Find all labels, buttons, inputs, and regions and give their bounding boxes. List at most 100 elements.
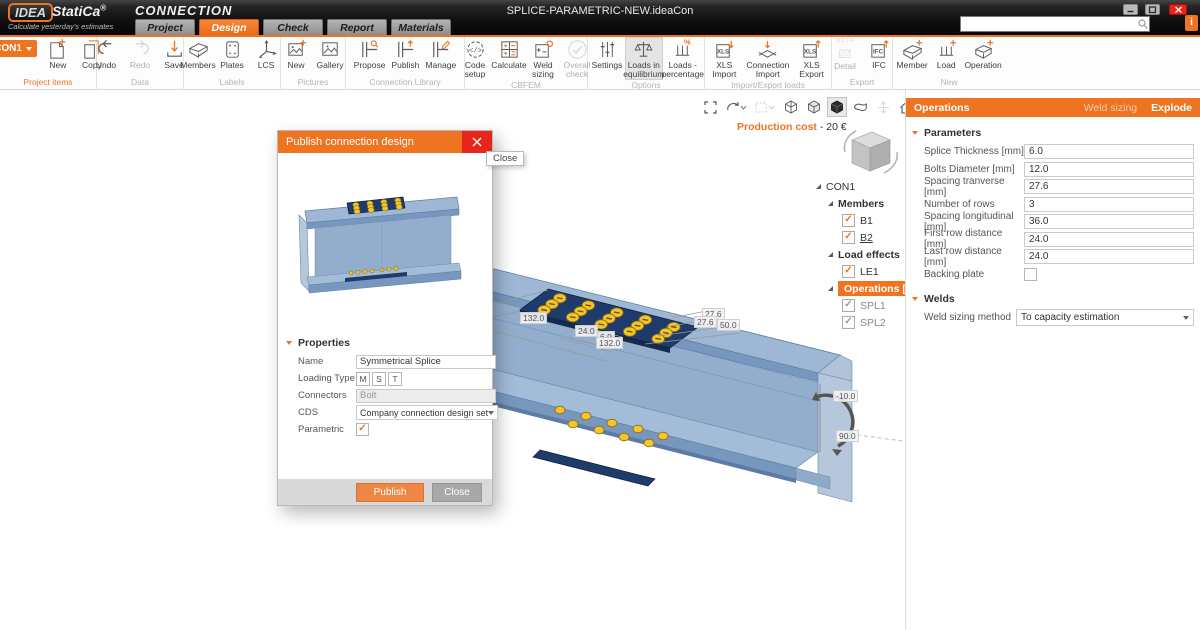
tab-design[interactable]: Design bbox=[199, 19, 259, 35]
new-project-item-button[interactable]: New bbox=[42, 37, 74, 71]
param-row-last-row-distance: Last row distance [mm] bbox=[906, 248, 1200, 266]
first-row-distance-input[interactable] bbox=[1024, 232, 1194, 247]
search-box[interactable] bbox=[960, 16, 1150, 32]
gallery-button[interactable]: Gallery bbox=[314, 37, 346, 71]
number-of-rows-input[interactable] bbox=[1024, 197, 1194, 212]
maximize-button[interactable] bbox=[1145, 4, 1160, 15]
checkbox-checked[interactable]: ✓ bbox=[842, 214, 855, 227]
xls-import-button[interactable]: XLS XLS Import bbox=[708, 37, 741, 80]
parametric-checkbox[interactable]: ✓ bbox=[356, 423, 369, 436]
ifc-export-button[interactable]: IFC IFC bbox=[863, 37, 895, 71]
welds-section-header[interactable]: Welds bbox=[912, 293, 1200, 305]
loading-type-s-toggle[interactable]: S bbox=[372, 372, 386, 386]
name-field[interactable] bbox=[356, 355, 496, 369]
splice-thickness-input[interactable] bbox=[1024, 144, 1194, 159]
shaded-edges-view-button[interactable] bbox=[804, 97, 824, 117]
tab-check[interactable]: Check bbox=[263, 19, 323, 35]
backing-plate-checkbox[interactable] bbox=[1024, 268, 1037, 281]
supports-view-button[interactable] bbox=[873, 97, 893, 117]
info-button[interactable]: i bbox=[1185, 15, 1198, 31]
tree-item-b2[interactable]: ✓ B2 bbox=[816, 229, 904, 246]
selection-mode-button[interactable] bbox=[752, 97, 778, 117]
expander-icon[interactable] bbox=[828, 201, 833, 206]
loads-percentage-toggle[interactable]: % Loads - percentage bbox=[665, 37, 701, 80]
loading-type-t-toggle[interactable]: T bbox=[388, 372, 402, 386]
welds-view-button[interactable] bbox=[850, 97, 870, 117]
weld-sizing-action[interactable]: Weld sizing bbox=[1084, 102, 1138, 114]
explode-action[interactable]: Explode bbox=[1151, 102, 1192, 114]
calculate-button[interactable]: Calculate bbox=[493, 37, 525, 71]
tree-root-con1[interactable]: CON1 bbox=[816, 178, 904, 195]
xls-export-button[interactable]: XLS XLS Export bbox=[795, 37, 828, 80]
checkbox-checked[interactable]: ✓ bbox=[842, 231, 855, 244]
search-input[interactable] bbox=[961, 18, 1137, 30]
minimize-icon bbox=[1126, 6, 1135, 14]
spacing-longitudinal-input[interactable] bbox=[1024, 214, 1194, 229]
publish-connection-dialog: Publish connection design bbox=[277, 130, 493, 506]
detail-export-button[interactable]: BETA Detail bbox=[829, 37, 861, 72]
close-button[interactable] bbox=[1169, 4, 1187, 15]
dialog-header[interactable]: Publish connection design bbox=[278, 131, 492, 153]
tree-item-le1[interactable]: ✓ LE1 bbox=[816, 263, 904, 280]
ifc-export-icon: IFC bbox=[868, 38, 891, 61]
members-labels-toggle[interactable]: Members bbox=[182, 37, 214, 71]
tree-group-operations[interactable]: Operations [P] bbox=[816, 280, 904, 297]
close-dialog-button[interactable]: Close bbox=[432, 483, 482, 502]
checkbox-checked[interactable]: ✓ bbox=[842, 265, 855, 278]
new-load-button[interactable]: Load bbox=[930, 37, 962, 71]
loads-in-equilibrium-toggle[interactable]: Loads in equilibrium bbox=[625, 37, 663, 80]
checkbox-checked[interactable]: ✓ bbox=[842, 316, 855, 329]
new-member-button[interactable]: Member bbox=[896, 37, 928, 71]
manage-button[interactable]: Manage bbox=[423, 37, 458, 71]
code-setup-button[interactable]: </> Code setup bbox=[459, 37, 491, 80]
connection-import-button[interactable]: Connection Import bbox=[743, 37, 794, 80]
tab-project[interactable]: Project bbox=[135, 19, 195, 35]
bolts-diameter-input[interactable] bbox=[1024, 162, 1194, 177]
tab-report[interactable]: Report bbox=[327, 19, 387, 35]
dimension-label: 24.0 bbox=[575, 325, 598, 337]
redo-button[interactable]: Redo bbox=[124, 37, 156, 71]
expander-icon[interactable] bbox=[828, 286, 833, 291]
expander-icon[interactable] bbox=[828, 252, 833, 257]
cds-select[interactable]: Company connection design set bbox=[356, 405, 498, 420]
wireframe-view-button[interactable] bbox=[781, 97, 801, 117]
zoom-fit-button[interactable] bbox=[700, 97, 720, 117]
chevron-down-icon[interactable] bbox=[286, 341, 292, 345]
settings-button[interactable]: Settings bbox=[591, 37, 623, 71]
undo-button[interactable]: Undo bbox=[90, 37, 122, 71]
checkbox-checked[interactable]: ✓ bbox=[842, 299, 855, 312]
lcs-labels-toggle[interactable]: LCS bbox=[250, 37, 282, 71]
orbit-button[interactable] bbox=[723, 97, 749, 117]
dialog-close-button[interactable] bbox=[462, 131, 492, 153]
minimize-button[interactable] bbox=[1123, 4, 1138, 15]
solid-view-button[interactable] bbox=[827, 97, 847, 117]
ribbon-group-new: Member Load Operation New bbox=[893, 37, 1005, 89]
spacing-transverse-input[interactable] bbox=[1024, 179, 1194, 194]
navigation-cube[interactable] bbox=[844, 131, 897, 173]
publish-dialog-button[interactable]: Publish bbox=[356, 483, 424, 502]
3d-viewport[interactable]: 132.0 24.0 6.0 132.0 27.6 27.6 50.0 -10.… bbox=[0, 90, 905, 630]
gear-code-icon: </> bbox=[464, 38, 487, 61]
new-picture-button[interactable]: New bbox=[280, 37, 312, 71]
last-row-distance-input[interactable] bbox=[1024, 249, 1194, 264]
document-title: SPLICE-PARAMETRIC-NEW.ideaCon bbox=[507, 5, 694, 17]
ribbon-group-pictures: New Gallery Pictures bbox=[281, 37, 346, 89]
overall-check-button[interactable]: Overall check bbox=[561, 37, 593, 80]
loading-type-m-toggle[interactable]: M bbox=[356, 372, 370, 386]
parameters-section-header[interactable]: Parameters bbox=[912, 127, 1200, 139]
tree-group-members[interactable]: Members bbox=[816, 195, 904, 212]
plates-labels-toggle[interactable]: Plates bbox=[216, 37, 248, 71]
connection-selector[interactable]: CON1 bbox=[0, 40, 37, 57]
expander-icon[interactable] bbox=[816, 184, 821, 189]
weld-sizing-method-select[interactable]: To capacity estimation bbox=[1016, 309, 1194, 326]
tree-item-spl2[interactable]: ✓ SPL2 bbox=[816, 314, 904, 331]
propose-button[interactable]: Propose bbox=[352, 37, 388, 71]
weld-sizing-button[interactable]: Weld sizing bbox=[527, 37, 559, 80]
tree-item-spl1[interactable]: ✓ SPL1 bbox=[816, 297, 904, 314]
new-operation-button[interactable]: Operation bbox=[964, 37, 1002, 71]
tree-group-load-effects[interactable]: Load effects bbox=[816, 246, 904, 263]
tree-item-b1[interactable]: ✓ B1 bbox=[816, 212, 904, 229]
publish-button[interactable]: Publish bbox=[389, 37, 421, 71]
tab-materials[interactable]: Materials bbox=[391, 19, 451, 35]
shaded-cube-icon bbox=[807, 100, 821, 114]
